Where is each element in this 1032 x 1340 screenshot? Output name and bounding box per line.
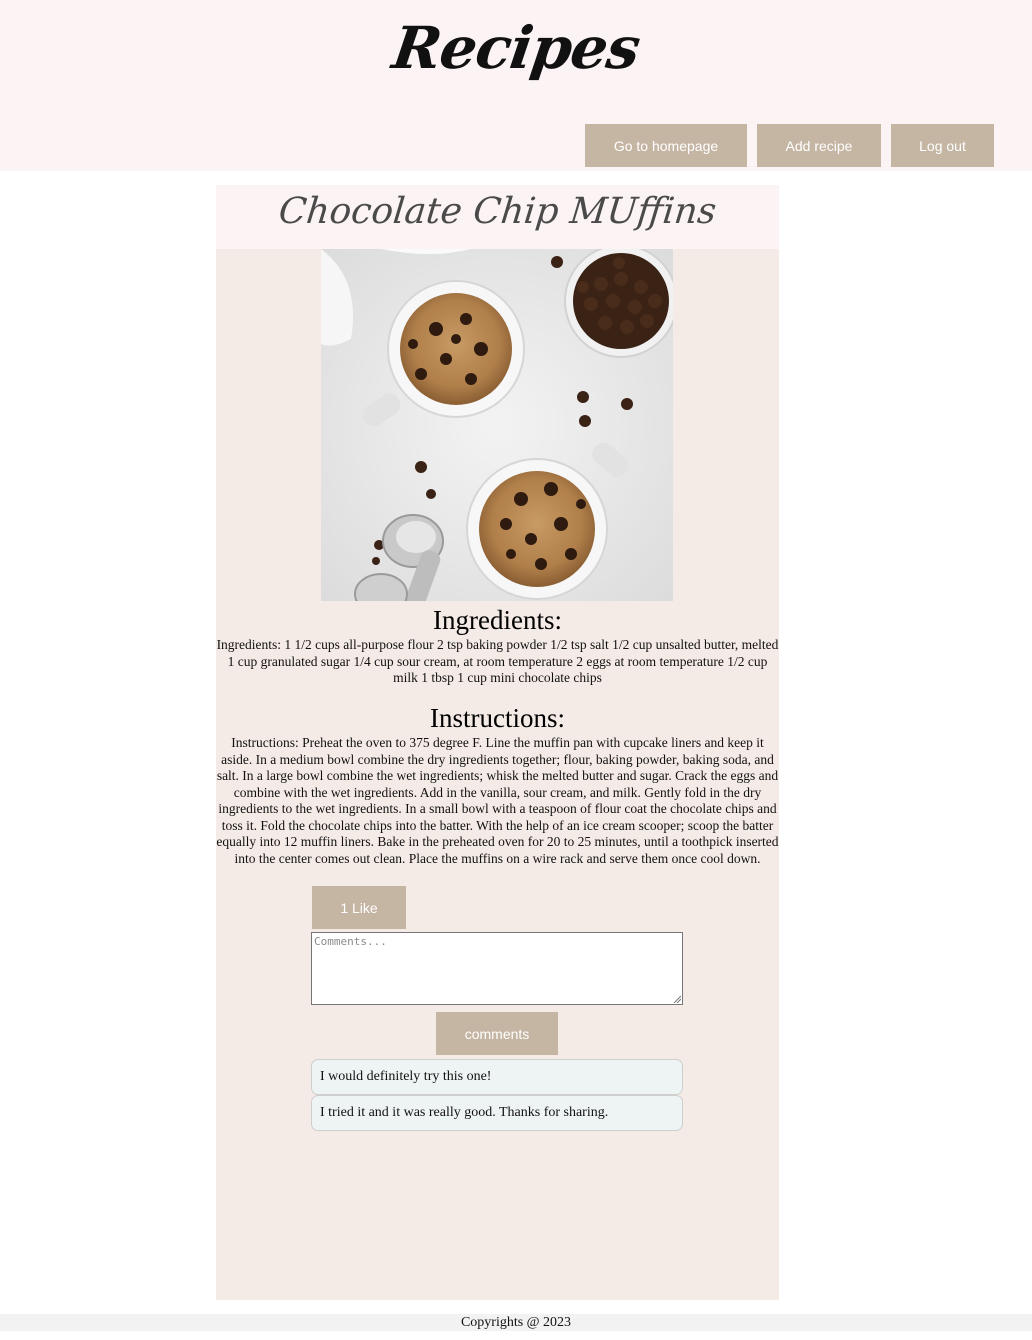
recipe-title: Chocolate Chip MUffins: [276, 191, 719, 232]
site-title: Recipes: [388, 14, 644, 82]
recipe-photo: [321, 249, 673, 601]
footer-copyright: Copyrights @ 2023: [0, 1314, 1032, 1331]
log-out-button[interactable]: Log out: [891, 124, 994, 167]
ingredients-text: Ingredients: 1 1/2 cups all-purpose flou…: [216, 637, 779, 685]
recipe-title-band: Chocolate Chip MUffins: [216, 185, 779, 249]
resize-grip-icon[interactable]: [673, 995, 681, 1003]
submit-comment-button[interactable]: comments: [436, 1012, 558, 1055]
ingredients-heading: Ingredients:: [433, 605, 562, 635]
site-header: Recipes Go to homepage Add recipe Log ou…: [0, 0, 1032, 171]
comment-input[interactable]: [311, 932, 683, 1005]
go-to-homepage-button[interactable]: Go to homepage: [585, 124, 747, 167]
muffin-illustration: [321, 249, 673, 601]
instructions-heading: Instructions:: [430, 703, 565, 733]
instructions-text: Instructions: Preheat the oven to 375 de…: [216, 735, 779, 866]
comment-item: I tried it and it was really good. Thank…: [311, 1095, 683, 1131]
add-recipe-button[interactable]: Add recipe: [757, 124, 881, 167]
comment-item: I would definitely try this one!: [311, 1059, 683, 1095]
recipe-card: Chocolate Chip MUffins Ingredients: Ingr…: [216, 185, 779, 1300]
like-button[interactable]: 1 Like: [312, 886, 406, 929]
